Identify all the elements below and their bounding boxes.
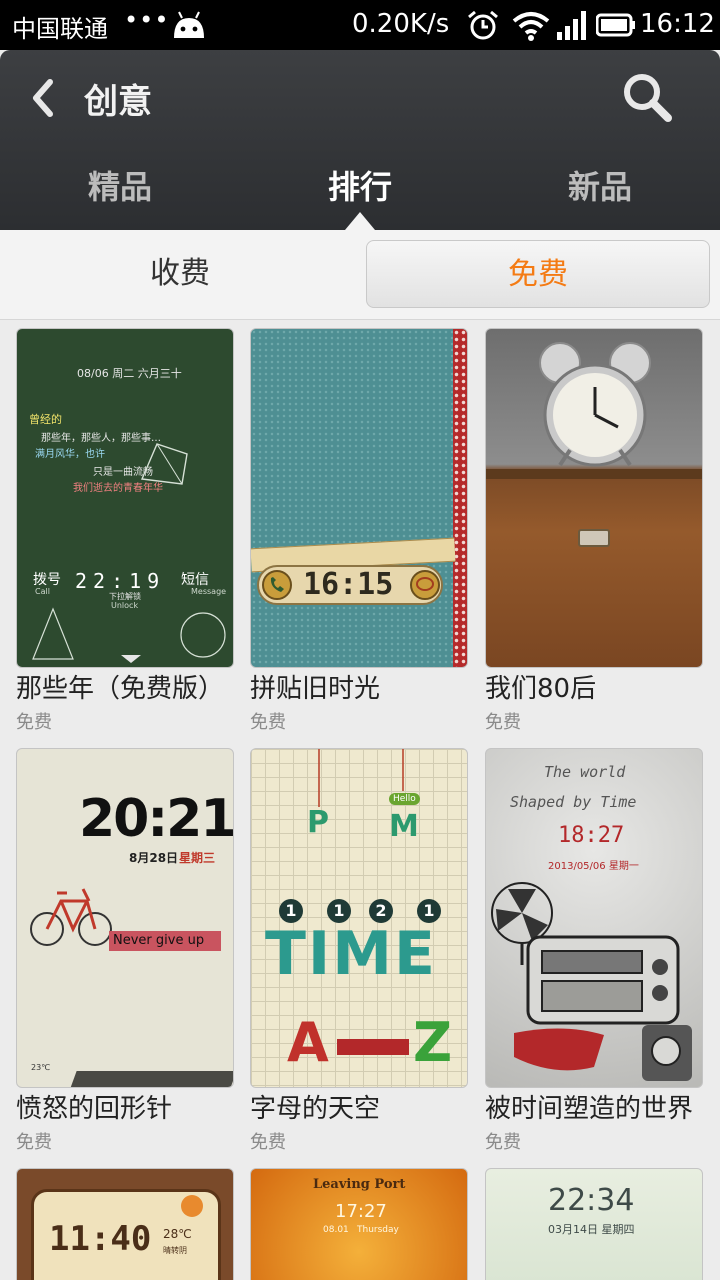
theme-card[interactable]: 20:21 8月28日 星期三 Never give up 23℃ 愤怒的回形针… bbox=[16, 740, 234, 1160]
message-icon bbox=[410, 570, 440, 600]
back-icon[interactable] bbox=[22, 74, 66, 122]
preview-letter: M bbox=[389, 809, 419, 844]
android-icon bbox=[174, 11, 204, 38]
theme-price: 免费 bbox=[250, 1132, 286, 1153]
wifi-icon bbox=[512, 12, 550, 41]
clock: 16:12 bbox=[640, 9, 715, 39]
preview-letter: P bbox=[307, 805, 329, 840]
dash-bar bbox=[337, 1039, 409, 1055]
bicycle-illustration bbox=[30, 888, 112, 946]
theme-price: 免费 bbox=[485, 712, 521, 733]
preview-sms: 短信 bbox=[181, 572, 209, 588]
action-bar: 创意 精品 排行 新品 bbox=[0, 50, 720, 230]
theme-thumbnail[interactable]: 22:34 03月14日 星期四 bbox=[485, 1168, 703, 1280]
preview-letter: Z bbox=[413, 1011, 453, 1074]
theme-card[interactable]: 16:15 拼贴旧时光 免费 bbox=[250, 320, 468, 740]
preview-word: TIME bbox=[265, 919, 437, 989]
preview-date: 03月14日 星期四 bbox=[548, 1223, 635, 1236]
theme-thumbnail[interactable]: 16:15 bbox=[250, 328, 468, 668]
theme-thumbnail[interactable] bbox=[485, 328, 703, 668]
theme-card[interactable]: 22:34 03月14日 星期四 bbox=[485, 1160, 703, 1280]
tab-featured[interactable]: 精品 bbox=[40, 162, 200, 208]
theme-thumbnail[interactable]: 08/06 周二 六月三十 曾经的 那些年，那些人，那些事… 满月风华，也许 只… bbox=[16, 328, 234, 668]
search-icon[interactable] bbox=[620, 70, 674, 124]
active-tab-indicator bbox=[345, 212, 375, 230]
preview-temp: 23℃ bbox=[31, 1063, 51, 1072]
free-segment[interactable]: 免费 bbox=[366, 240, 710, 308]
preview-date: 08.01 bbox=[323, 1225, 349, 1235]
preview-weather: 晴转阴 bbox=[163, 1246, 187, 1255]
preview-clock: 20:21 bbox=[79, 789, 234, 849]
tab-ranking[interactable]: 排行 bbox=[280, 162, 440, 208]
theme-title[interactable]: 愤怒的回形针 bbox=[16, 1088, 172, 1125]
preview-clock: 11:40 bbox=[49, 1219, 152, 1259]
preview-clock: 17:27 bbox=[335, 1201, 387, 1222]
theme-card[interactable]: 我们80后 免费 bbox=[485, 320, 703, 740]
theme-thumbnail[interactable]: P Hello M 1 1 2 1 TIME A Z bbox=[250, 748, 468, 1088]
theme-thumbnail[interactable]: Leaving Port 17:27 08.01 Thursday bbox=[250, 1168, 468, 1280]
preview-banner: Never give up bbox=[113, 933, 205, 948]
preview-dial: 拨号 bbox=[33, 572, 61, 588]
radio-illustration bbox=[514, 935, 692, 1081]
preview-line: 曾经的 bbox=[29, 413, 62, 426]
more-notifications-indicator: ••• bbox=[124, 6, 170, 34]
preview-weekday: 星期三 bbox=[179, 851, 216, 865]
preview-clock: 22:34 bbox=[548, 1183, 635, 1218]
theme-card[interactable]: P Hello M 1 1 2 1 TIME A Z 字母的天空 免费 bbox=[250, 740, 468, 1160]
preview-line: Shaped by Time bbox=[510, 793, 637, 811]
tab-new[interactable]: 新品 bbox=[520, 162, 680, 208]
phone-icon bbox=[262, 570, 292, 600]
theme-title[interactable]: 被时间塑造的世界 bbox=[485, 1088, 693, 1125]
carrier-name: 中国联通 bbox=[12, 15, 108, 43]
status-bar: 中国联通 ••• 0.20K/s 16:12 bbox=[0, 0, 720, 50]
battery-icon bbox=[596, 13, 635, 37]
preview-date: 2013/05/06 星期一 bbox=[548, 861, 639, 872]
drawer-handle bbox=[578, 529, 610, 547]
theme-thumbnail[interactable]: The world Shaped by Time 18:27 2013/05/0… bbox=[485, 748, 703, 1088]
preview-temp: 28℃ bbox=[163, 1227, 192, 1241]
theme-card[interactable]: The world Shaped by Time 18:27 2013/05/0… bbox=[485, 740, 703, 1160]
preview-clock: 22:19 bbox=[75, 569, 166, 593]
theme-title[interactable]: 我们80后 bbox=[485, 668, 596, 705]
network-speed: 0.20K/s bbox=[352, 9, 450, 39]
preview-date: 08/06 周二 六月三十 bbox=[77, 367, 182, 380]
theme-card[interactable]: 08/06 周二 六月三十 曾经的 那些年，那些人，那些事… 满月风华，也许 只… bbox=[16, 320, 234, 740]
theme-price: 免费 bbox=[16, 1132, 52, 1153]
theme-title[interactable]: 字母的天空 bbox=[250, 1088, 380, 1125]
theme-price: 免费 bbox=[485, 1132, 521, 1153]
chalk-geometry bbox=[32, 607, 226, 663]
preview-clock: 18:27 bbox=[558, 823, 625, 848]
preview-weekday: Thursday bbox=[357, 1225, 399, 1235]
paid-segment[interactable]: 收费 bbox=[0, 240, 360, 308]
theme-grid: 08/06 周二 六月三十 曾经的 那些年，那些人，那些事… 满月风华，也许 只… bbox=[0, 320, 720, 1280]
theme-card[interactable]: Leaving Port 17:27 08.01 Thursday bbox=[250, 1160, 468, 1280]
theme-price: 免费 bbox=[250, 712, 286, 733]
bottom-bar bbox=[69, 1071, 233, 1087]
chalk-doodle bbox=[140, 443, 188, 485]
page-title: 创意 bbox=[84, 82, 152, 122]
theme-thumbnail[interactable]: 20:21 8月28日 星期三 Never give up 23℃ bbox=[16, 748, 234, 1088]
theme-thumbnail[interactable]: 11:40 28℃ 晴转阴 bbox=[16, 1168, 234, 1280]
preview-letter: A bbox=[287, 1011, 329, 1074]
price-filter: 收费 免费 bbox=[0, 230, 720, 320]
preview-dial-sub: Call bbox=[35, 587, 50, 596]
preview-line: The world bbox=[544, 763, 626, 781]
signal-icon bbox=[557, 11, 586, 40]
hanging-strings bbox=[318, 749, 404, 807]
preview-line: 满月风华，也许 bbox=[35, 449, 105, 460]
preview-clock: 16:15 bbox=[303, 567, 394, 602]
preview-sms-sub: Message bbox=[191, 587, 227, 596]
ribbon-strip bbox=[453, 329, 467, 667]
alarm-icon bbox=[468, 10, 498, 40]
theme-price: 免费 bbox=[16, 712, 52, 733]
sun-shape bbox=[181, 1195, 203, 1217]
shelf-edge bbox=[486, 469, 702, 479]
preview-title: Leaving Port bbox=[313, 1177, 406, 1192]
preview-date: 8月28日 bbox=[129, 851, 179, 865]
theme-card[interactable]: 11:40 28℃ 晴转阴 bbox=[16, 1160, 234, 1280]
preview-hello: Hello bbox=[389, 793, 420, 805]
alarm-clock-illustration bbox=[539, 342, 651, 467]
theme-title[interactable]: 拼贴旧时光 bbox=[250, 668, 380, 705]
theme-title[interactable]: 那些年（免费版） bbox=[16, 668, 224, 705]
